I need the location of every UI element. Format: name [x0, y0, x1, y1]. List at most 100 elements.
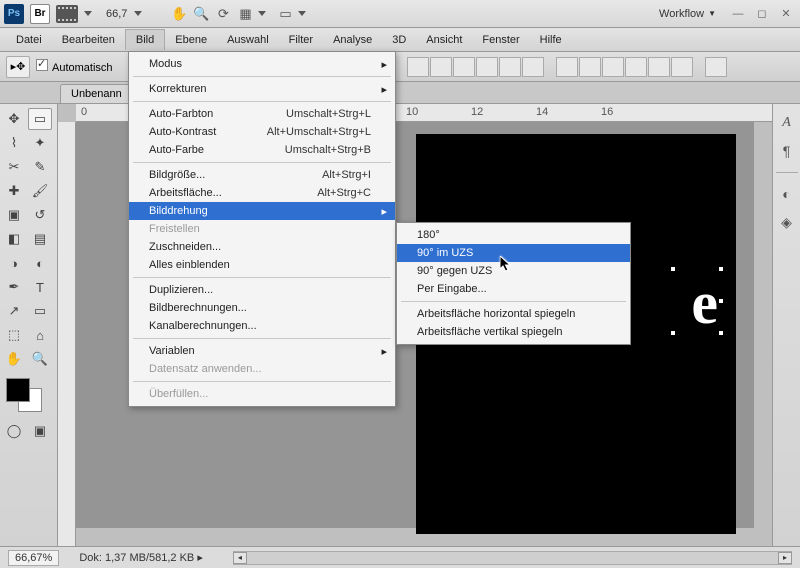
maximize-button[interactable]: ◻: [752, 6, 772, 22]
menu-item-bilddrehung[interactable]: Bilddrehung▸: [129, 202, 395, 220]
transform-handle[interactable]: [670, 330, 676, 336]
menu-item-auto-farbton[interactable]: Auto-FarbtonUmschalt+Strg+L: [129, 105, 395, 123]
menu-item-zuschneiden[interactable]: Zuschneiden...: [129, 238, 395, 256]
paragraph-panel-icon[interactable]: ¶: [778, 142, 796, 160]
tool-shape[interactable]: ▭: [28, 300, 52, 322]
chevron-down-icon[interactable]: [258, 11, 266, 16]
transform-handle[interactable]: [670, 266, 676, 272]
menu-item-auto-farbe[interactable]: Auto-FarbeUmschalt+Strg+B: [129, 141, 395, 159]
menu-item-auto-kontrast[interactable]: Auto-KontrastAlt+Umschalt+Strg+L: [129, 123, 395, 141]
menu-item-duplizieren[interactable]: Duplizieren...: [129, 281, 395, 299]
dist-btn[interactable]: [625, 57, 647, 77]
quick-mask[interactable]: ◯: [2, 420, 26, 442]
auto-align-btn[interactable]: [705, 57, 727, 77]
tool-gradient[interactable]: ▤: [28, 228, 52, 250]
menu-bild[interactable]: Bild: [125, 29, 165, 50]
chevron-down-icon[interactable]: [84, 11, 92, 16]
dist-btn[interactable]: [556, 57, 578, 77]
menu-fenster[interactable]: Fenster: [472, 30, 529, 50]
zoom-level[interactable]: 66,7: [100, 6, 148, 22]
zoom-tool-icon[interactable]: 🔍: [192, 5, 210, 23]
tool-3d[interactable]: ⬚: [2, 324, 26, 346]
auto-select-checkbox[interactable]: Automatisch: [36, 59, 113, 74]
minimize-button[interactable]: —: [728, 6, 748, 22]
submenu-item-per-eingabe[interactable]: Per Eingabe...: [397, 280, 630, 298]
panel-icon[interactable]: ◈: [778, 213, 796, 231]
dist-btn[interactable]: [648, 57, 670, 77]
workspace-switcher[interactable]: Workflow▼: [651, 6, 724, 22]
align-btn[interactable]: [522, 57, 544, 77]
close-button[interactable]: ✕: [776, 6, 796, 22]
h-scrollbar[interactable]: ◂ ▸: [233, 551, 792, 565]
transform-handle[interactable]: [718, 330, 724, 336]
film-icon[interactable]: [56, 5, 78, 23]
menu-item-variablen[interactable]: Variablen▸: [129, 342, 395, 360]
menu-item-kanalberechnungen[interactable]: Kanalberechnungen...: [129, 317, 395, 335]
menu-datei[interactable]: Datei: [6, 30, 52, 50]
menu-item-modus[interactable]: Modus▸: [129, 55, 395, 73]
menu-auswahl[interactable]: Auswahl: [217, 30, 279, 50]
submenu-item-180[interactable]: 180°: [397, 226, 630, 244]
menu-hilfe[interactable]: Hilfe: [530, 30, 572, 50]
align-btn[interactable]: [476, 57, 498, 77]
tool-history-brush[interactable]: ↺: [28, 204, 52, 226]
panel-icon[interactable]: ◐: [778, 185, 796, 203]
tool-lasso[interactable]: ⌇: [2, 132, 26, 154]
document-tab[interactable]: Unbenann: [60, 84, 133, 103]
tool-blur[interactable]: ◑: [2, 252, 26, 274]
screen-mode[interactable]: ▣: [28, 420, 52, 442]
text-layer[interactable]: e: [691, 269, 718, 338]
tool-3d-cam[interactable]: ⌂: [28, 324, 52, 346]
tool-eraser[interactable]: ◧: [2, 228, 26, 250]
menu-item-bildgroesse[interactable]: Bildgröße...Alt+Strg+I: [129, 166, 395, 184]
dist-btn[interactable]: [671, 57, 693, 77]
menu-ansicht[interactable]: Ansicht: [416, 30, 472, 50]
transform-handle[interactable]: [718, 266, 724, 272]
character-panel-icon[interactable]: A: [778, 114, 796, 132]
app-icon-photoshop[interactable]: Ps: [4, 4, 24, 24]
tool-pen[interactable]: ✒: [2, 276, 26, 298]
color-swatch[interactable]: [2, 378, 52, 418]
tool-healing[interactable]: ✚: [2, 180, 26, 202]
align-btn[interactable]: [407, 57, 429, 77]
screen-mode-icon[interactable]: ▭: [276, 5, 294, 23]
menu-item-korrekturen[interactable]: Korrekturen▸: [129, 80, 395, 98]
tool-stamp[interactable]: ▣: [2, 204, 26, 226]
tool-zoom[interactable]: 🔍: [28, 348, 52, 370]
menu-item-alles-einblenden[interactable]: Alles einblenden: [129, 256, 395, 274]
menu-item-arbeitsflaeche[interactable]: Arbeitsfläche...Alt+Strg+C: [129, 184, 395, 202]
rotate-view-icon[interactable]: ⟳: [214, 5, 232, 23]
tool-quick-select[interactable]: ✦: [28, 132, 52, 154]
submenu-item-flip-v[interactable]: Arbeitsfläche vertikal spiegeln: [397, 323, 630, 341]
align-btn[interactable]: [499, 57, 521, 77]
menu-ebene[interactable]: Ebene: [165, 30, 217, 50]
move-tool-preset-icon[interactable]: ▸✥: [6, 56, 30, 78]
transform-handle[interactable]: [718, 298, 724, 304]
dist-btn[interactable]: [602, 57, 624, 77]
doc-info[interactable]: Dok: 1,37 MB/581,2 KB ▸: [79, 551, 203, 564]
tool-move[interactable]: ✥: [2, 108, 26, 130]
tool-dodge[interactable]: ◐: [28, 252, 52, 274]
tool-marquee[interactable]: ▭: [28, 108, 52, 130]
tool-hand[interactable]: ✋: [2, 348, 26, 370]
menu-item-bildberechnungen[interactable]: Bildberechnungen...: [129, 299, 395, 317]
tool-crop[interactable]: ✂: [2, 156, 26, 178]
menu-3d[interactable]: 3D: [382, 30, 416, 50]
submenu-item-flip-h[interactable]: Arbeitsfläche horizontal spiegeln: [397, 305, 630, 323]
hand-tool-icon[interactable]: ✋: [170, 5, 188, 23]
arrange-icon[interactable]: ▦: [236, 5, 254, 23]
tool-type[interactable]: T: [28, 276, 52, 298]
chevron-down-icon[interactable]: [298, 11, 306, 16]
tool-eyedropper[interactable]: ✎: [28, 156, 52, 178]
align-btn[interactable]: [453, 57, 475, 77]
zoom-field[interactable]: 66,67%: [8, 550, 59, 566]
tool-path[interactable]: ↗: [2, 300, 26, 322]
scroll-left-button[interactable]: ◂: [233, 552, 247, 564]
dist-btn[interactable]: [579, 57, 601, 77]
tool-brush[interactable]: 🖌: [28, 180, 52, 202]
menu-analyse[interactable]: Analyse: [323, 30, 382, 50]
menu-filter[interactable]: Filter: [279, 30, 323, 50]
menu-bearbeiten[interactable]: Bearbeiten: [52, 30, 125, 50]
scroll-right-button[interactable]: ▸: [778, 552, 792, 564]
align-btn[interactable]: [430, 57, 452, 77]
